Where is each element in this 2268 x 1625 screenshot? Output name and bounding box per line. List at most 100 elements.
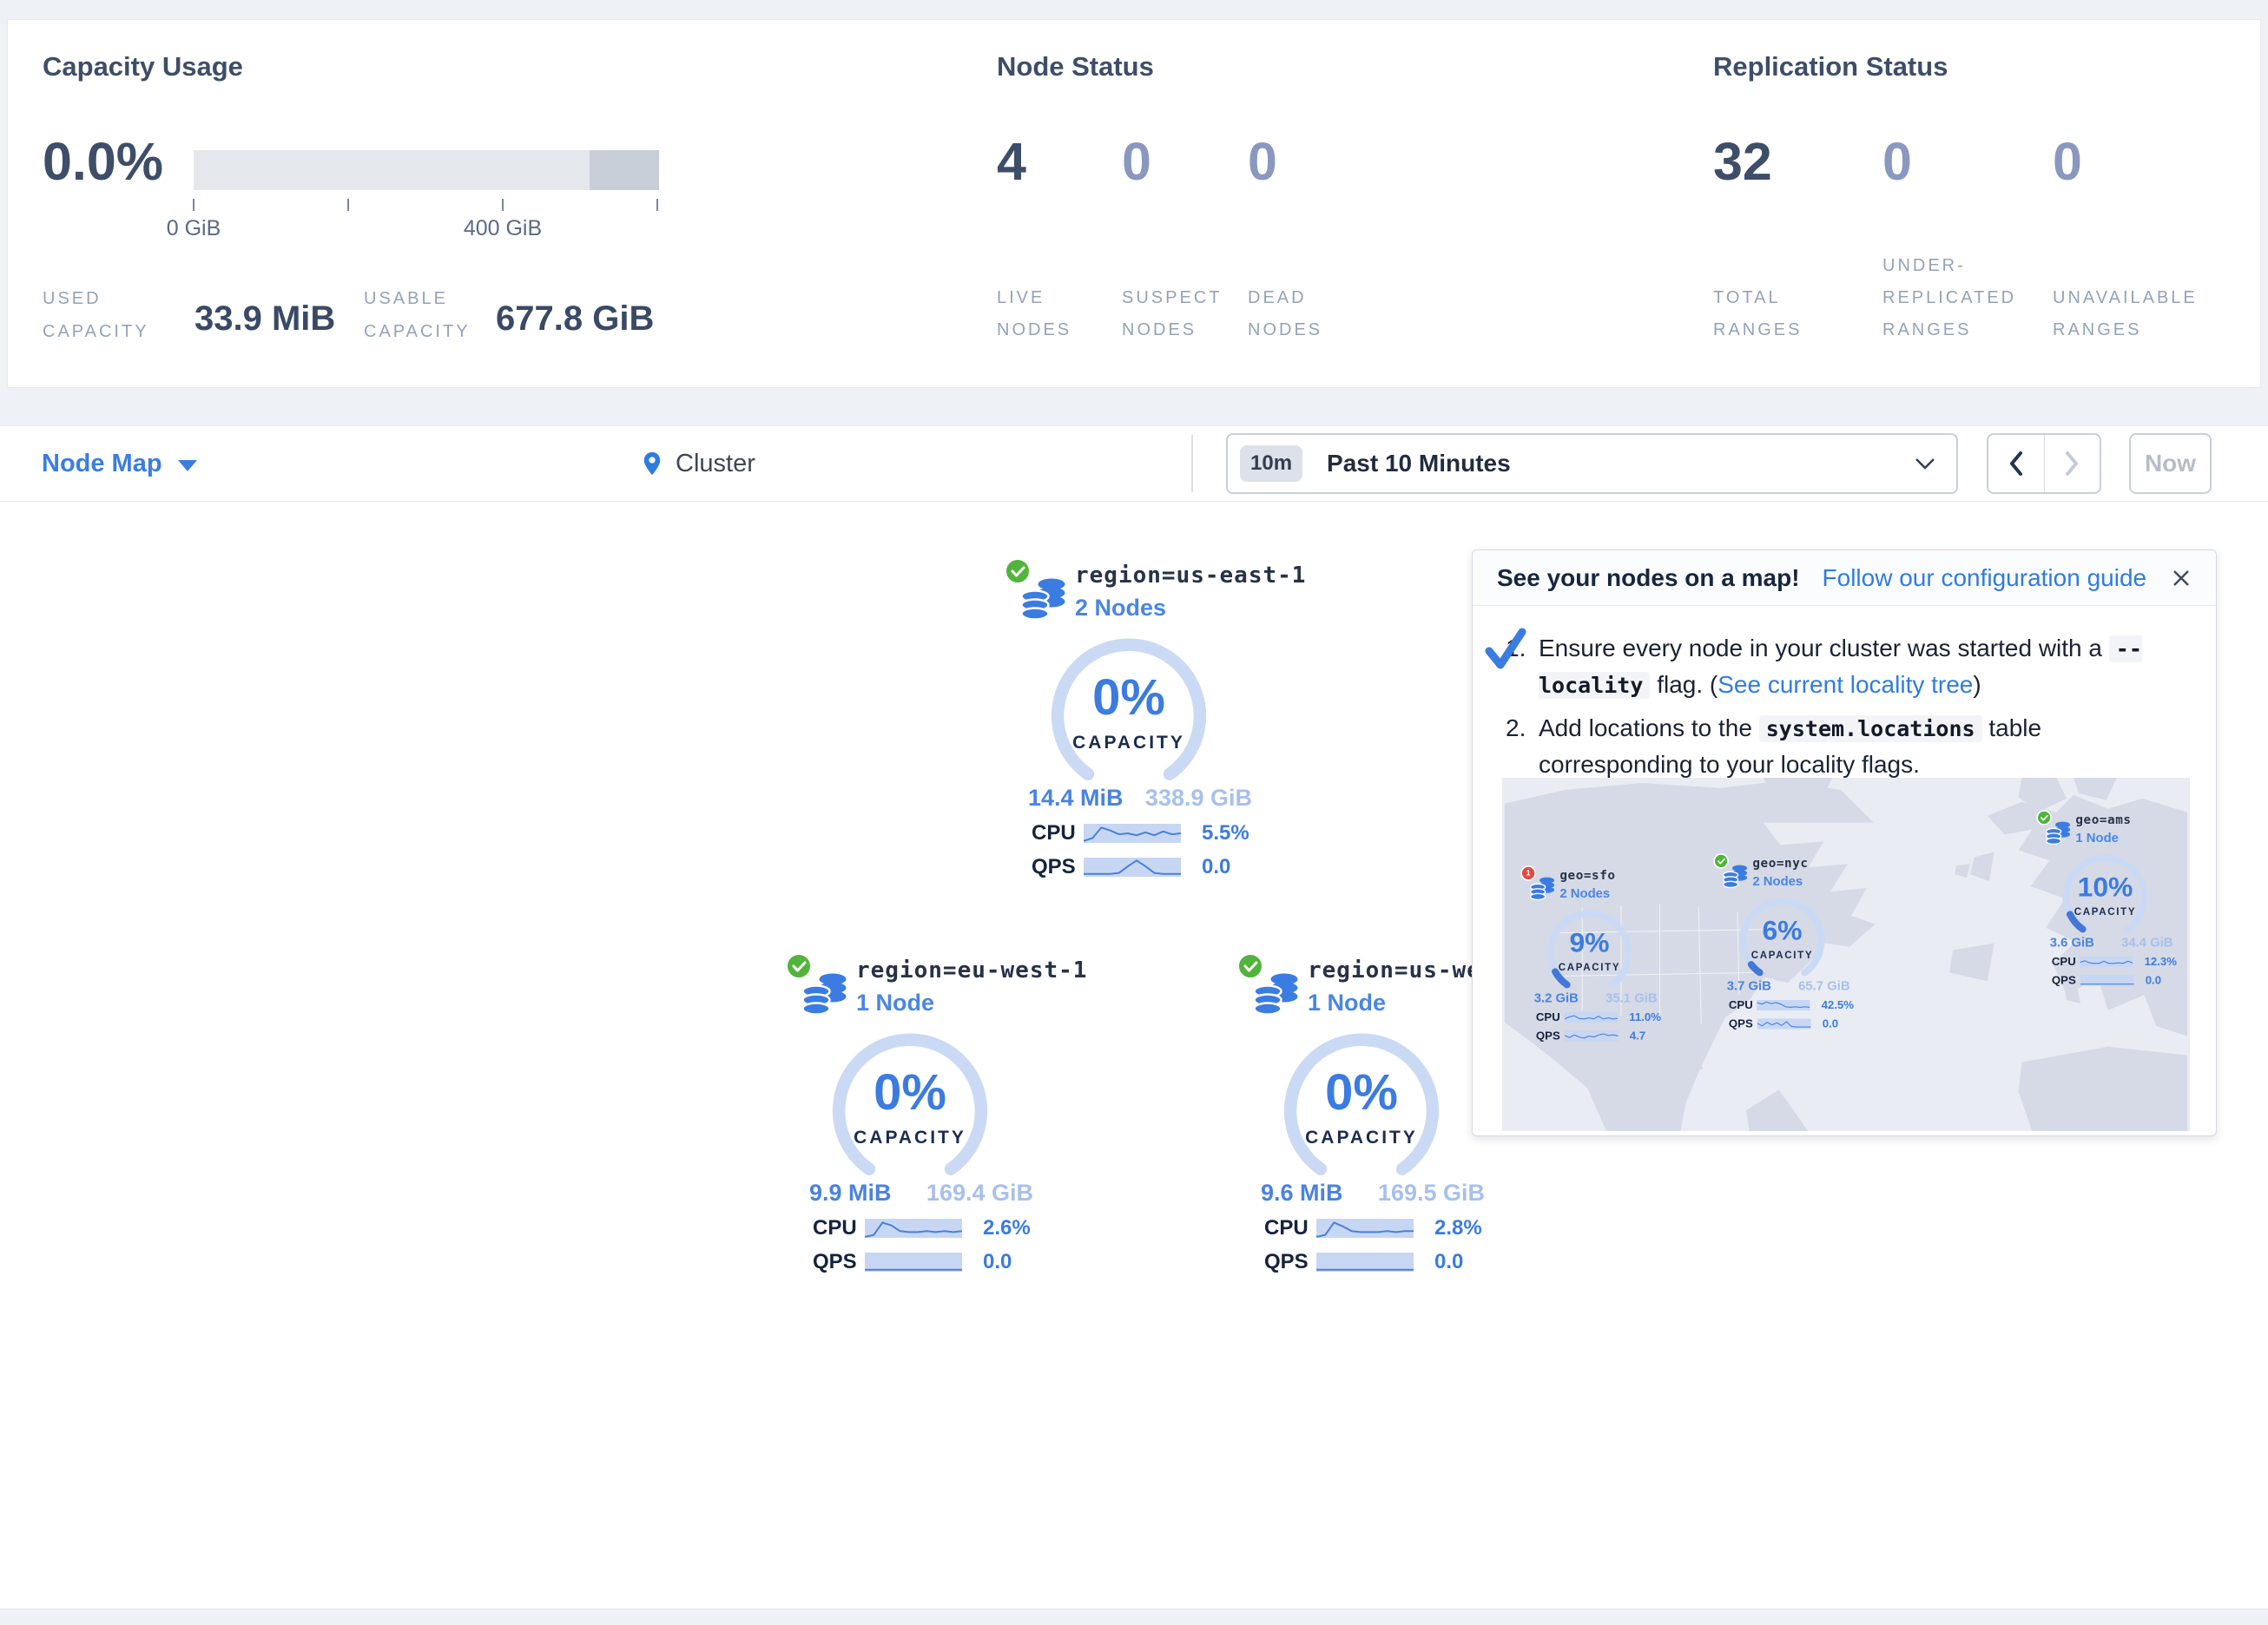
total-capacity: 169.4 GiB [926,1180,1033,1207]
cpu-label: CPU [1032,821,1082,845]
time-range-badge: 10m [1240,445,1302,482]
used-capacity-value: 33.9 MiB [194,299,335,339]
qps-label: QPS [813,1250,863,1274]
under-replicated-count: 0 [1882,131,1912,192]
suspect-nodes-count: 0 [1122,131,1151,192]
unavailable-label: UNAVAILABLERANGES [2053,282,2198,346]
capacity-percent: 0% [780,1063,1040,1122]
time-range-select[interactable]: 10m Past 10 Minutes [1226,433,1958,494]
region-label: geo=ams [2075,812,2131,827]
tip-panel-header: See your nodes on a map! Follow our conf… [1473,550,2216,606]
qps-sparkline [865,1253,962,1272]
qps-sparkline [1316,1253,1414,1272]
chevron-down-icon [178,460,197,471]
capacity-caption: CAPACITY [999,733,1259,753]
cpu-value: 5.5% [1202,821,1249,845]
total-capacity: 169.5 GiB [1378,1180,1485,1207]
map-marker-geo-ams[interactable]: geo=ams 1 Node 10% CAPACITY 3.6 GiB 34.4… [2034,809,2178,974]
qps-value: 0.0 [983,1250,1012,1274]
time-nav-group [1987,433,2101,494]
usable-capacity-value: 677.8 GiB [496,299,654,339]
capacity-tick-0: 0 GiB [124,216,263,241]
capacity-bar-tail [590,150,659,190]
usable-capacity-label: USABLECAPACITY [364,282,471,348]
map-marker-geo-nyc[interactable]: geo=nyc 2 Nodes 6% CAPACITY 3.7 GiB 65.7… [1711,852,1855,1017]
close-button[interactable] [2171,568,2192,589]
database-icon [1254,973,1299,1016]
breadcrumb[interactable]: Cluster [639,426,755,501]
cpu-label: CPU [813,1216,863,1240]
now-button[interactable]: Now [2129,433,2212,494]
live-nodes-count: 4 [997,131,1026,192]
database-icon [1723,865,1748,889]
cpu-value: 2.8% [1434,1216,1482,1240]
status-badge [785,952,813,980]
locality-tree-link[interactable]: See current locality tree [1717,671,1973,698]
node-group-eu-west-1[interactable]: region=eu-west-1 1 Node 0% CAPACITY 9.9 … [780,951,1040,1274]
region-label: geo=nyc [1752,856,1808,871]
total-ranges-label: TOTALRANGES [1713,282,1802,346]
under-replicated-label: UNDER-REPLICATEDRANGES [1882,250,2016,346]
chevron-right-icon [2062,451,2081,477]
node-group-us-west-1[interactable]: region=us-west-1 1 Node 0% CAPACITY 9.6 … [1231,951,1492,1274]
capacity-bar [194,150,659,190]
nodes-on-map-tip-panel: See your nodes on a map! Follow our conf… [1472,549,2217,1136]
capacity-gauge: 0% CAPACITY [1231,1029,1492,1180]
qps-value: 0.0 [1434,1250,1463,1274]
suspect-nodes-label: SUSPECTNODES [1122,282,1222,346]
node-count-link[interactable]: 2 Nodes [1075,595,1306,622]
map-marker-geo-sfo[interactable]: 1 geo=sfo 2 Nodes 9% [1518,865,1662,1030]
cpu-sparkline [1084,824,1181,843]
qps-value: 0.0 [1202,855,1230,879]
check-icon [792,961,807,972]
node-count-link[interactable]: 1 Node [856,990,1087,1016]
capacity-percent: 0% [999,668,1259,727]
node-count-link[interactable]: 2 Nodes [1559,886,1615,901]
region-label: geo=sfo [1559,868,1615,883]
capacity-percent: 0.0% [43,131,163,192]
check-icon [1011,566,1025,577]
qps-label: QPS [1264,1250,1315,1274]
replication-status-title: Replication Status [1713,51,1948,82]
time-prev-button[interactable] [1988,435,2045,492]
view-switcher-label: Node Map [42,450,162,478]
database-icon [1530,877,1555,901]
used-capacity-label: USEDCAPACITY [43,282,149,348]
configuration-guide-link[interactable]: Follow our configuration guide [1823,564,2147,592]
footer-strip [0,1609,2268,1625]
used-capacity: 9.9 MiB [809,1180,892,1207]
status-badge [1713,853,1729,869]
cpu-sparkline [1316,1219,1414,1238]
cluster-stats-card: Capacity Usage 0.0% 0 GiB 400 GiB USEDCA… [7,19,2261,388]
time-next-button[interactable] [2045,435,2100,492]
cpu-label: CPU [1264,1216,1315,1240]
chevron-left-icon [2007,451,2026,477]
capacity-caption: CAPACITY [1231,1128,1492,1148]
node-count-link[interactable]: 1 Node [2075,831,2131,845]
system-locations-code: system.locations [1759,715,1982,742]
map-pin-icon [639,448,665,479]
qps-label: QPS [1032,855,1082,879]
view-switcher-dropdown[interactable]: Node Map [42,426,197,501]
live-nodes-label: LIVENODES [997,282,1071,346]
used-capacity: 9.6 MiB [1261,1180,1343,1207]
breadcrumb-label: Cluster [676,450,755,478]
dead-nodes-count: 0 [1248,131,1277,192]
total-capacity: 338.9 GiB [1145,785,1252,812]
chevron-down-icon [1915,457,1935,470]
check-icon [1243,961,1258,972]
db-console-overview: Capacity Usage 0.0% 0 GiB 400 GiB USEDCA… [0,0,2268,1625]
region-label: region=eu-west-1 [856,957,1087,984]
cpu-value: 2.6% [983,1216,1031,1240]
node-count-link[interactable]: 2 Nodes [1752,874,1808,889]
node-group-us-east-1[interactable]: region=us-east-1 2 Nodes 0% CAPACITY 14.… [999,556,1259,879]
mini-map: 1 geo=sfo 2 Nodes 9% [1502,778,2190,1131]
toolbar-divider [1191,435,1193,492]
total-ranges-count: 32 [1713,131,1772,192]
step-done-check-icon [1485,627,1526,670]
close-icon [2171,568,2192,589]
step-1: 1. Ensure every node in your cluster was… [1506,630,2186,703]
tip-title: See your nodes on a map! [1497,564,1800,592]
database-icon [2046,821,2071,845]
dead-nodes-label: DEADNODES [1248,282,1322,346]
